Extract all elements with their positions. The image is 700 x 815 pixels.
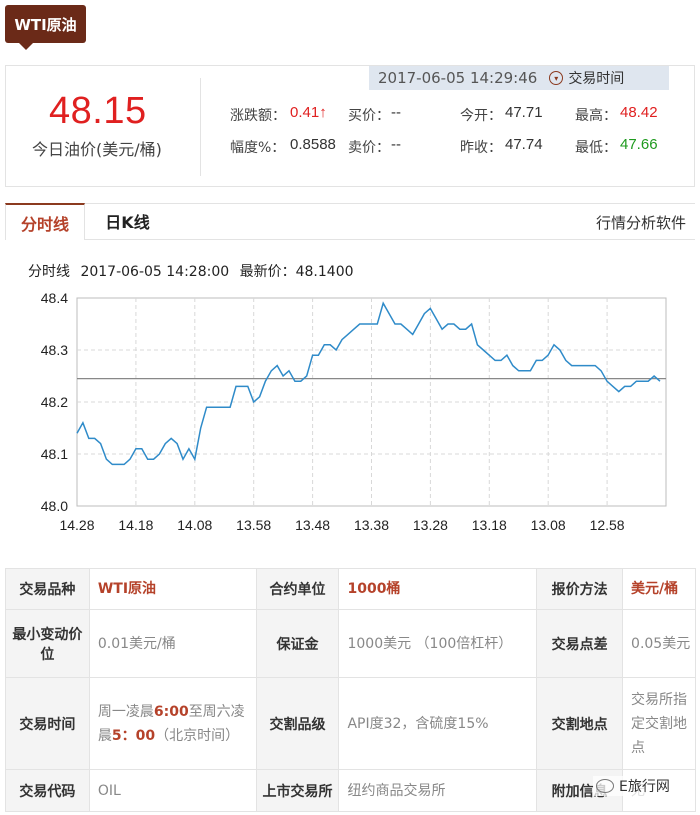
x-tick-label: 13.28	[413, 517, 448, 533]
open-value: 47.71	[505, 104, 543, 121]
change-label: 涨跌额：	[230, 108, 286, 124]
timestamp-bar: 2017-06-05 14:29:46 ▾ 交易时间	[369, 66, 669, 90]
high-label: 最高：	[575, 108, 617, 124]
watermark: E旅行网	[593, 776, 673, 796]
timestamp: 2017-06-05 14:29:46	[378, 69, 538, 87]
chart-time: 2017-06-05 14:28:00	[80, 264, 230, 280]
x-tick-label: 14.18	[118, 517, 153, 533]
bid-label: 买价：	[348, 108, 390, 124]
change-value: 0.41↑	[290, 104, 327, 121]
low-value: 47.66	[620, 136, 658, 153]
analysis-software-link[interactable]: 行情分析软件	[596, 212, 686, 233]
low-label: 最低：	[575, 140, 617, 156]
cell-label: 交割品级	[255, 677, 340, 770]
divider	[200, 78, 201, 176]
y-tick-label: 48.4	[41, 290, 68, 306]
wechat-icon	[596, 779, 614, 793]
cell-label: 最小变动价位	[5, 609, 90, 678]
cell-value: 1000美元 （100倍杠杆）	[338, 609, 538, 678]
cell-value: 交易所指定交割地点	[622, 677, 696, 770]
x-tick-label: 13.38	[354, 517, 389, 533]
cell-label: 上市交易所	[255, 769, 340, 812]
y-tick-label: 48.0	[41, 498, 68, 514]
tab-daily-k[interactable]: 日K线	[95, 203, 160, 239]
y-tick-label: 48.3	[41, 342, 68, 358]
current-price-label: 今日油价(美元/桶)	[32, 140, 162, 159]
cell-value: 0.01美元/桶	[88, 609, 257, 678]
intraday-chart: 48.4 48.3 48.2 48.1 48.0 14.28 14.18 14.08 13.58…	[41, 290, 667, 533]
cell-value: 美元/桶	[622, 568, 696, 610]
open-label: 今开：	[460, 108, 502, 124]
chart-series-label: 分时线	[28, 264, 70, 280]
watermark-text: E旅行网	[619, 779, 670, 795]
bid-value: --	[391, 104, 401, 121]
cell-label: 交割地点	[536, 677, 624, 770]
latest-price-value: 48.1400	[295, 264, 354, 280]
table-row: 最小变动价位 0.01美元/桶 保证金 1000美元 （100倍杠杆） 交易点差…	[5, 609, 696, 678]
trade-time-link[interactable]: 交易时间	[568, 68, 624, 88]
cell-label: 交易代码	[5, 769, 90, 812]
x-tick-label: 14.28	[59, 517, 94, 533]
prev-close-label: 昨收：	[460, 140, 502, 156]
cell-label: 交易品种	[5, 568, 90, 610]
x-tick-label: 13.48	[295, 517, 330, 533]
tab-intraday[interactable]: 分时线	[5, 203, 85, 240]
table-row: 交易时间 周一凌晨6:00至周六凌晨5：00（北京时间） 交割品级 API度32…	[5, 677, 696, 770]
x-tick-label: 14.08	[177, 517, 212, 533]
cell-value: WTI原油	[88, 568, 257, 610]
x-tick-label: 12.58	[590, 517, 625, 533]
latest-price-label: 最新价：	[239, 264, 296, 280]
y-tick-label: 48.2	[41, 394, 68, 410]
page-title: WTI原油	[14, 15, 77, 34]
x-tick-label: 13.18	[472, 517, 507, 533]
trade-hours-value: 周一凌晨6:00至周六凌晨5：00（北京时间）	[88, 677, 257, 770]
y-tick-label: 48.1	[41, 446, 68, 462]
ask-value: --	[391, 136, 401, 153]
cell-value: OIL	[88, 769, 257, 812]
cell-label: 保证金	[255, 609, 340, 678]
ask-label: 卖价：	[348, 140, 390, 156]
x-tick-label: 13.58	[236, 517, 271, 533]
cell-value: 0.05美元	[622, 609, 696, 678]
cell-value: API度32，含硫度15%	[338, 677, 538, 770]
range-label: 幅度%：	[230, 140, 286, 156]
table-row: 交易品种 WTI原油 合约单位 1000桶 报价方法 美元/桶	[5, 568, 696, 610]
x-tick-label: 13.08	[531, 517, 566, 533]
arrow-up-icon: ↑	[319, 104, 327, 121]
cell-value: 1000桶	[338, 568, 538, 610]
chart-caption: 分时线 2017-06-05 14:28:00 最新价：48.1400	[28, 261, 360, 281]
cell-label: 报价方法	[536, 568, 624, 610]
current-price: 48.15	[49, 90, 147, 132]
page-title-tab: WTI原油	[5, 5, 86, 50]
cell-label: 交易时间	[5, 677, 90, 770]
cell-value: 纽约商品交易所	[338, 769, 538, 812]
prev-close-value: 47.74	[505, 136, 543, 153]
high-value: 48.42	[620, 104, 658, 121]
range-value: 0.8588	[290, 136, 336, 153]
table-row: 交易代码 OIL 上市交易所 纽约商品交易所 附加信息 无	[5, 769, 696, 812]
chevron-down-icon[interactable]: ▾	[549, 71, 564, 85]
cell-label: 交易点差	[536, 609, 624, 678]
cell-label: 合约单位	[255, 568, 340, 610]
